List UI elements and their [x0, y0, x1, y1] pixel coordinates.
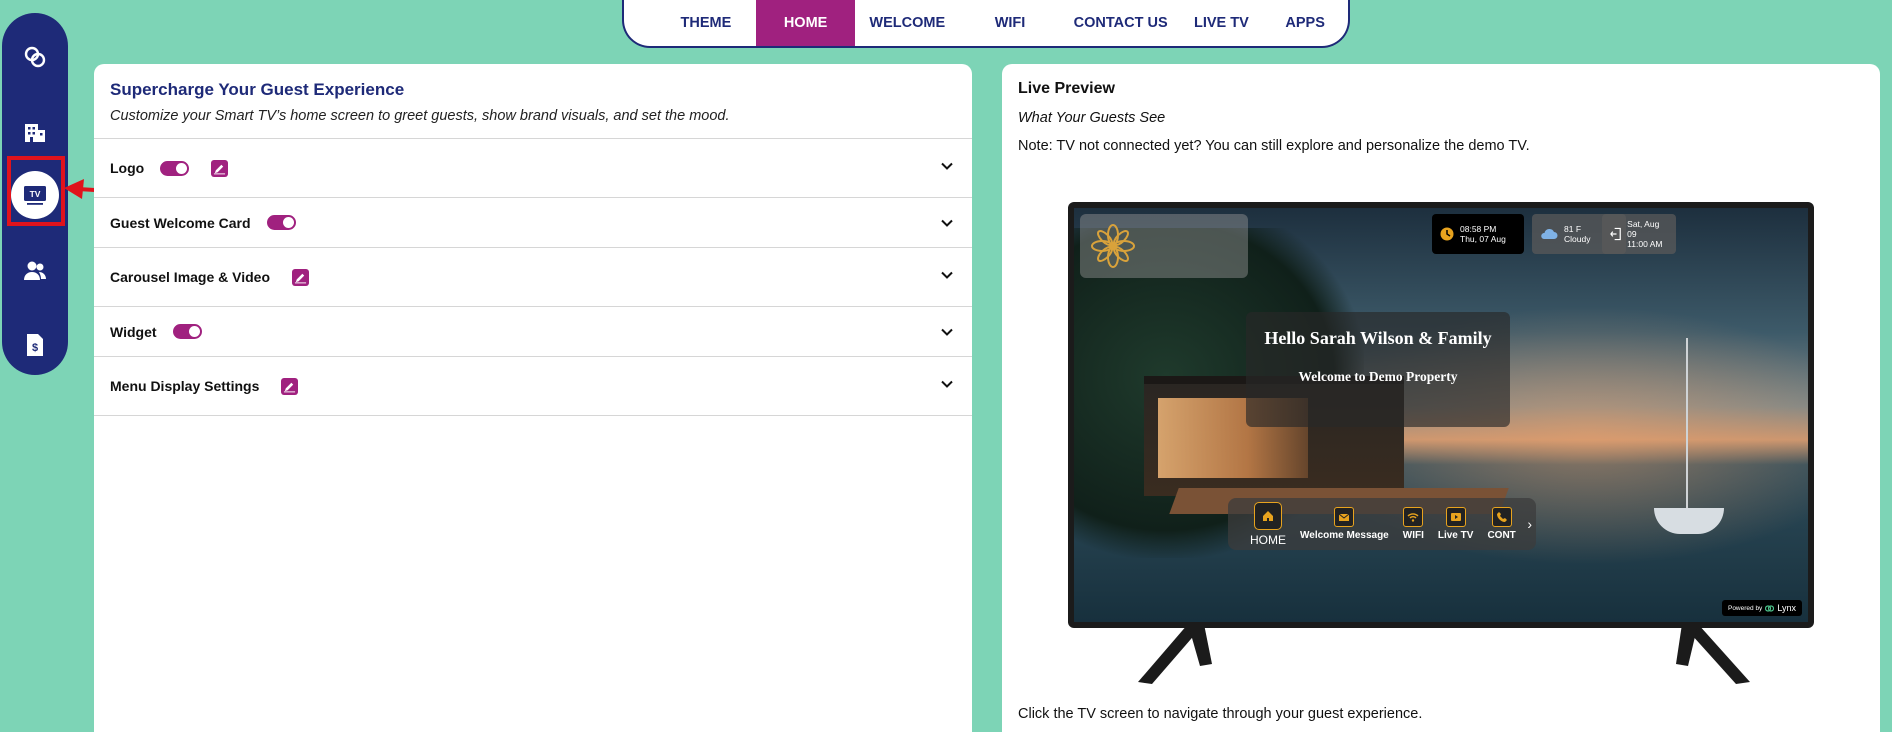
tv-menu-welcome[interactable]: Welcome Message — [1300, 507, 1389, 541]
tv-menu-wifi-label: WIFI — [1402, 530, 1424, 541]
tv-menu-welcome-label: Welcome Message — [1300, 530, 1389, 541]
row-label-logo: Logo — [110, 160, 145, 176]
rail-item-billing[interactable]: $ — [13, 323, 57, 367]
home-config-panel: Supercharge Your Guest Experience Custom… — [94, 64, 972, 732]
edit-icon — [214, 164, 226, 174]
tv-menu-contact[interactable]: CONT — [1487, 507, 1516, 541]
tv-logo-card[interactable] — [1080, 214, 1248, 278]
preview-title: Live Preview — [1018, 80, 1115, 97]
invoice-icon: $ — [27, 334, 43, 356]
row-label-welcome-card: Guest Welcome Card — [110, 214, 251, 231]
phone-icon — [1496, 512, 1507, 522]
play-icon — [1450, 513, 1461, 521]
tv-menu-live-tv-label: Live TV — [1437, 530, 1474, 541]
row-label-carousel: Carousel Image & Video — [110, 269, 271, 285]
welcome-greeting: Hello Sarah Wilson & Family — [1264, 328, 1492, 348]
home-icon — [1263, 510, 1273, 521]
powered-by-text: Powered by — [1727, 604, 1763, 612]
chevron-down-icon[interactable] — [940, 377, 954, 391]
edit-icon — [284, 382, 296, 392]
svg-text:$: $ — [32, 342, 38, 354]
brand-name: Lynx — [1777, 603, 1796, 613]
rail-item-guests[interactable] — [13, 249, 57, 293]
clock-date: Thu, 07 Aug — [1460, 234, 1506, 244]
rail-item-rings[interactable] — [13, 35, 57, 79]
tv-leg-left — [1138, 624, 1212, 684]
preview-footer: Click the TV screen to navigate through … — [1018, 706, 1423, 722]
live-preview-panel: Live Preview What Your Guests See Note: … — [1002, 64, 1880, 732]
tv-menu-home[interactable]: HOME — [1250, 501, 1286, 547]
accordion-logo[interactable]: Logo — [94, 139, 972, 198]
preview-subtitle: What Your Guests See — [1018, 110, 1166, 126]
envelope-icon — [1339, 513, 1350, 521]
rings-icon — [24, 46, 46, 68]
config-title: Supercharge Your Guest Experience — [110, 80, 405, 99]
accordion-guest-welcome-card[interactable]: Guest Welcome Card — [94, 198, 972, 248]
chevron-down-icon[interactable] — [940, 268, 954, 282]
rail-highlight-box — [7, 156, 65, 226]
rail-item-property[interactable] — [13, 110, 57, 154]
cloud-icon — [1541, 228, 1558, 239]
accordion-carousel[interactable]: Carousel Image & Video — [94, 248, 972, 307]
logo-toggle[interactable] — [160, 160, 190, 176]
tv-menu-bar: HOME Welcome Message WIFI Live TV CONT › — [1228, 498, 1536, 550]
lynx-logo-icon — [1765, 604, 1775, 612]
tv-screen[interactable]: 08:58 PM Thu, 07 Aug 81 F Cloudy Sat, Au… — [1074, 208, 1808, 622]
row-label-widget: Widget — [110, 323, 157, 340]
tab-live-tv[interactable]: LIVE TV — [1181, 0, 1263, 46]
weather-temp: 81 F — [1564, 224, 1582, 234]
chevron-down-icon[interactable] — [940, 159, 954, 173]
logo-edit-button[interactable] — [211, 159, 229, 177]
welcome-card-toggle[interactable] — [266, 215, 296, 230]
menu-display-edit-button[interactable] — [281, 377, 299, 395]
carousel-edit-button[interactable] — [292, 268, 310, 286]
exit-door-icon — [1610, 227, 1621, 241]
tv-menu-home-label: HOME — [1250, 532, 1286, 547]
guest-welcome-card[interactable]: Hello Sarah Wilson & Family Welcome to D… — [1246, 312, 1510, 427]
tab-home[interactable]: HOME — [755, 0, 856, 46]
tab-welcome[interactable]: WELCOME — [855, 0, 959, 46]
tab-apps[interactable]: APPS — [1262, 0, 1348, 46]
preview-note: Note: TV not connected yet? You can stil… — [1018, 138, 1530, 154]
accordion-menu-display[interactable]: Menu Display Settings — [94, 357, 972, 416]
menu-next-arrow-icon[interactable]: › — [1527, 516, 1532, 532]
lotus-logo-icon — [1091, 224, 1135, 268]
powered-by-badge: Powered by Lynx — [1721, 600, 1802, 616]
chevron-down-icon[interactable] — [940, 325, 954, 339]
widget-toggle[interactable] — [172, 324, 202, 339]
checkout-time: 11:00 AM — [1627, 239, 1663, 249]
tv-preview[interactable]: 08:58 PM Thu, 07 Aug 81 F Cloudy Sat, Au… — [1068, 202, 1814, 628]
tv-menu-contact-label: CONT — [1487, 530, 1516, 541]
scenery-mast — [1686, 338, 1688, 513]
tab-theme[interactable]: THEME — [656, 0, 756, 46]
users-icon — [24, 261, 46, 280]
row-label-menu-display: Menu Display Settings — [110, 378, 260, 394]
edit-icon — [294, 273, 307, 283]
accordion-widget[interactable]: Widget — [94, 307, 972, 357]
top-tab-bar: THEME HOME WELCOME WIFI CONTACT US LIVE … — [622, 0, 1350, 48]
building-icon — [25, 124, 45, 142]
config-subtitle: Customize your Smart TV’s home screen to… — [110, 108, 730, 124]
checkout-widget: Sat, Aug 09 11:00 AM — [1602, 214, 1676, 254]
tv-menu-live-tv[interactable]: Live TV — [1437, 507, 1474, 541]
tv-menu-wifi[interactable]: WIFI — [1403, 507, 1424, 541]
clock-widget: 08:58 PM Thu, 07 Aug — [1432, 214, 1524, 254]
weather-condition: Cloudy — [1564, 234, 1591, 244]
wifi-icon — [1407, 513, 1419, 522]
config-header: Supercharge Your Guest Experience Custom… — [94, 64, 972, 139]
tab-wifi[interactable]: WIFI — [959, 0, 1061, 46]
checkout-date: Sat, Aug 09 — [1627, 219, 1660, 239]
welcome-message: Welcome to Demo Property — [1298, 369, 1458, 384]
clock-icon — [1440, 227, 1454, 241]
tv-leg-right — [1676, 624, 1750, 684]
clock-time: 08:58 PM — [1460, 224, 1497, 234]
scenery-boat — [1654, 508, 1724, 534]
chevron-down-icon[interactable] — [940, 216, 954, 230]
tab-contact-us[interactable]: CONTACT US — [1061, 0, 1181, 46]
